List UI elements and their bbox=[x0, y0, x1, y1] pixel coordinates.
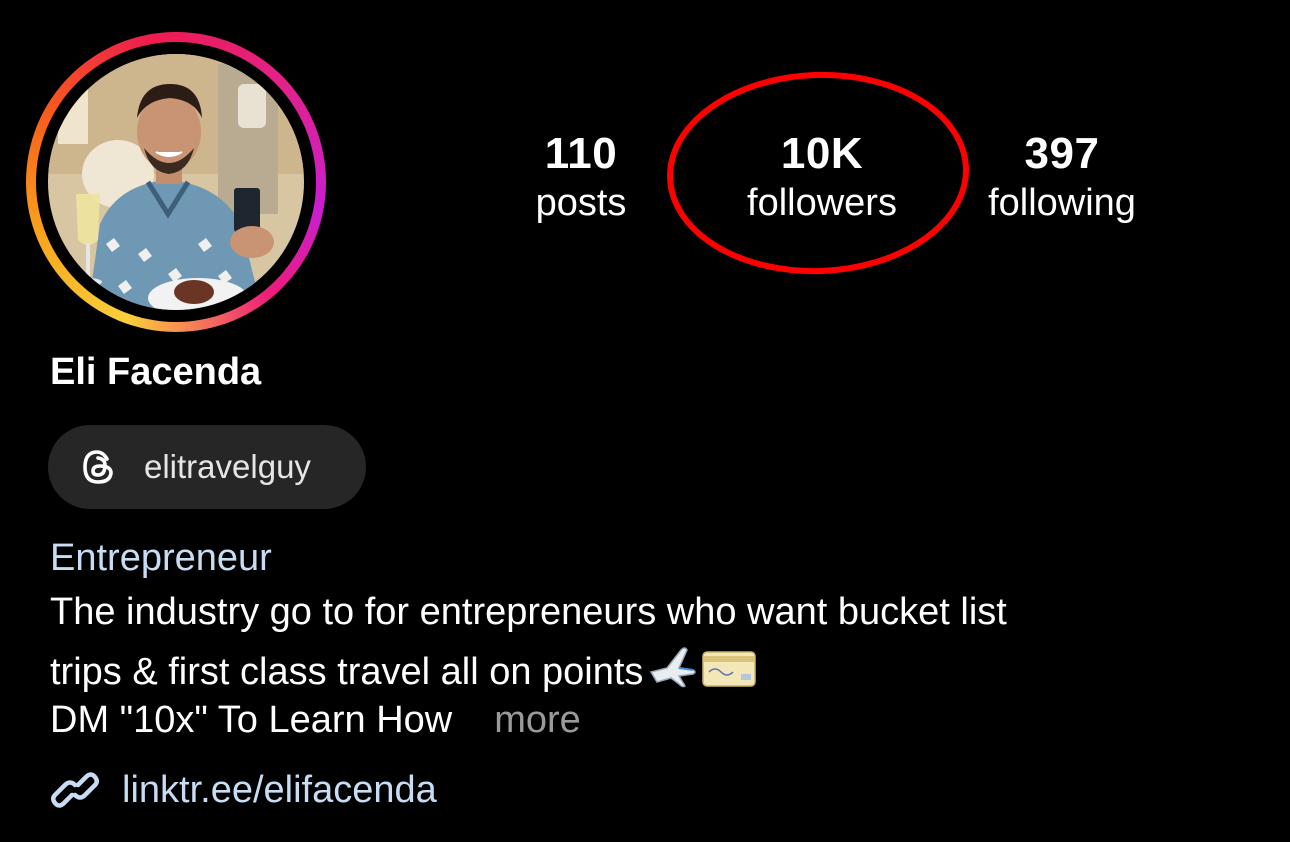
stat-posts[interactable]: 110 posts bbox=[510, 128, 652, 226]
threads-icon bbox=[78, 447, 118, 487]
bio-line-2-text: trips & first class travel all on points bbox=[50, 651, 644, 693]
link-icon bbox=[50, 765, 100, 815]
profile-photo bbox=[48, 54, 304, 310]
link-text[interactable]: linktr.ee/elifacenda bbox=[122, 769, 437, 812]
profile-category: Entrepreneur bbox=[50, 537, 272, 579]
profile-header: 110 posts 10K followers 397 following El… bbox=[0, 0, 1290, 842]
posts-label: posts bbox=[535, 182, 627, 224]
bio-line-3-text: DM "10x" To Learn How bbox=[50, 699, 453, 741]
stat-following[interactable]: 397 following bbox=[966, 128, 1158, 226]
bio-line-1: The industry go to for entrepreneurs who… bbox=[50, 591, 1007, 633]
posts-count: 110 bbox=[544, 129, 618, 178]
profile-link[interactable]: linktr.ee/elifacenda bbox=[50, 764, 437, 816]
followers-label: followers bbox=[747, 182, 897, 224]
profile-name: Eli Facenda bbox=[50, 351, 262, 393]
threads-badge[interactable]: elitravelguy bbox=[48, 425, 366, 509]
following-count: 397 bbox=[1024, 129, 1100, 178]
following-label: following bbox=[988, 182, 1136, 224]
credit-card-icon bbox=[701, 646, 757, 702]
more-button[interactable]: more bbox=[494, 699, 581, 741]
threads-handle: elitravelguy bbox=[144, 448, 311, 485]
bio-line-2: trips & first class travel all on points bbox=[50, 642, 757, 702]
bio-line-3: DM "10x" To Learn How more bbox=[50, 696, 581, 744]
airplane-icon bbox=[645, 642, 699, 702]
avatar[interactable] bbox=[26, 32, 326, 332]
followers-count: 10K bbox=[780, 129, 864, 178]
stat-followers[interactable]: 10K followers bbox=[722, 128, 922, 226]
